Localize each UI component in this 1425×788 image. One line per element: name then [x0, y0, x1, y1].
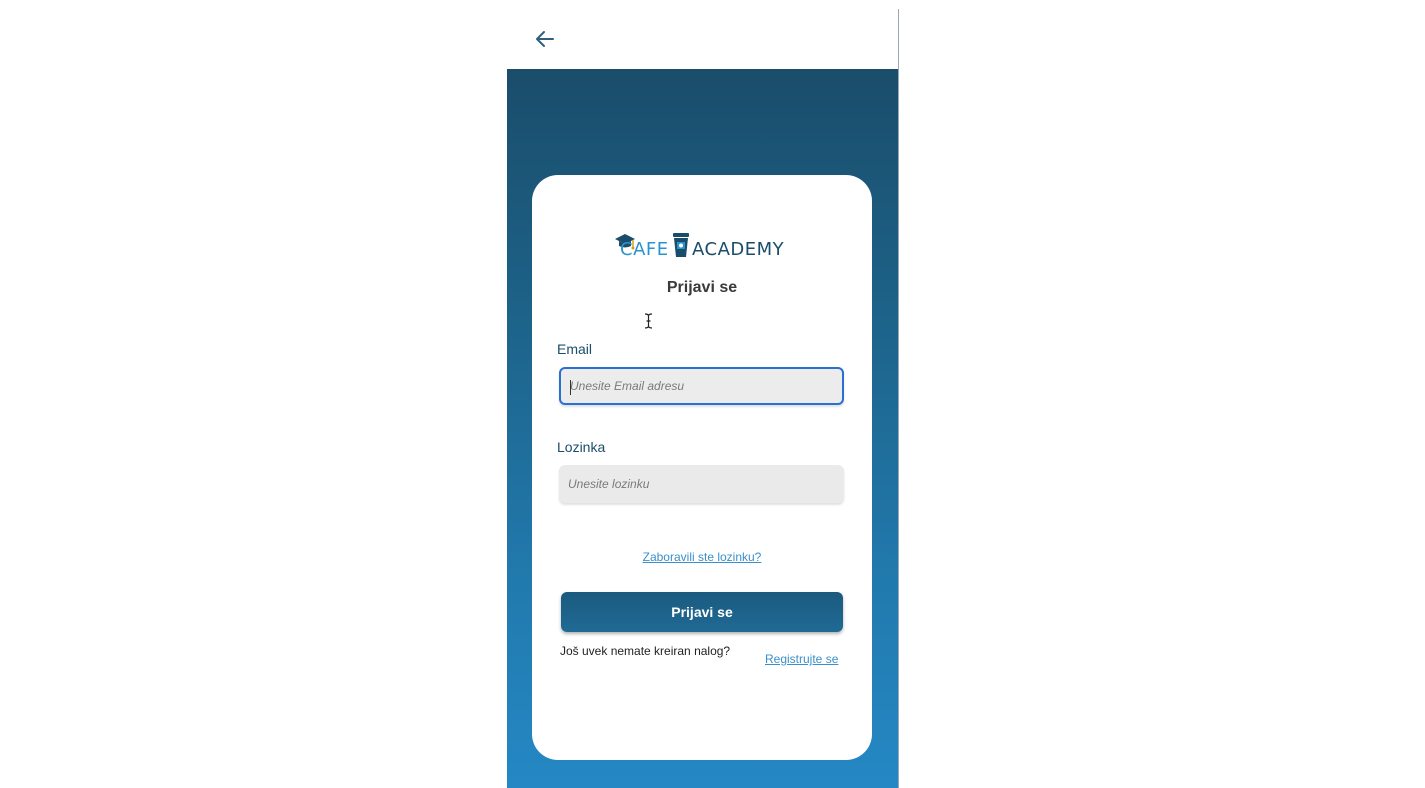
- back-button[interactable]: [531, 25, 559, 53]
- forgot-password-link[interactable]: Zaboravili ste lozinku?: [532, 550, 872, 564]
- login-button[interactable]: Prijavi se: [561, 592, 843, 632]
- background-gradient: CAFE ACADEMY Prijavi se Email Lozinka Za: [507, 69, 898, 788]
- arrow-left-icon: [536, 31, 554, 47]
- coffee-cup-icon: [673, 233, 689, 257]
- logo-text-academy: ACADEMY: [692, 239, 785, 260]
- page-title: Prijavi se: [666, 279, 738, 296]
- logo-text-cafe: CAFE: [620, 239, 669, 260]
- mobile-viewport: CAFE ACADEMY Prijavi se Email Lozinka Za: [507, 9, 899, 788]
- register-link[interactable]: Registrujte se: [765, 652, 838, 666]
- login-card: CAFE ACADEMY Prijavi se Email Lozinka Za: [532, 175, 872, 760]
- password-label: Lozinka: [557, 439, 606, 455]
- password-field-wrapper: [559, 465, 844, 503]
- no-account-text: Još uvek nemate kreiran nalog?: [560, 644, 731, 658]
- email-field-wrapper: [559, 367, 844, 405]
- email-input[interactable]: [561, 379, 842, 393]
- text-caret: [570, 380, 571, 395]
- password-input[interactable]: [559, 477, 844, 491]
- email-label: Email: [557, 341, 593, 357]
- cafe-academy-logo: CAFE ACADEMY: [614, 233, 794, 263]
- top-app-bar: [507, 9, 898, 69]
